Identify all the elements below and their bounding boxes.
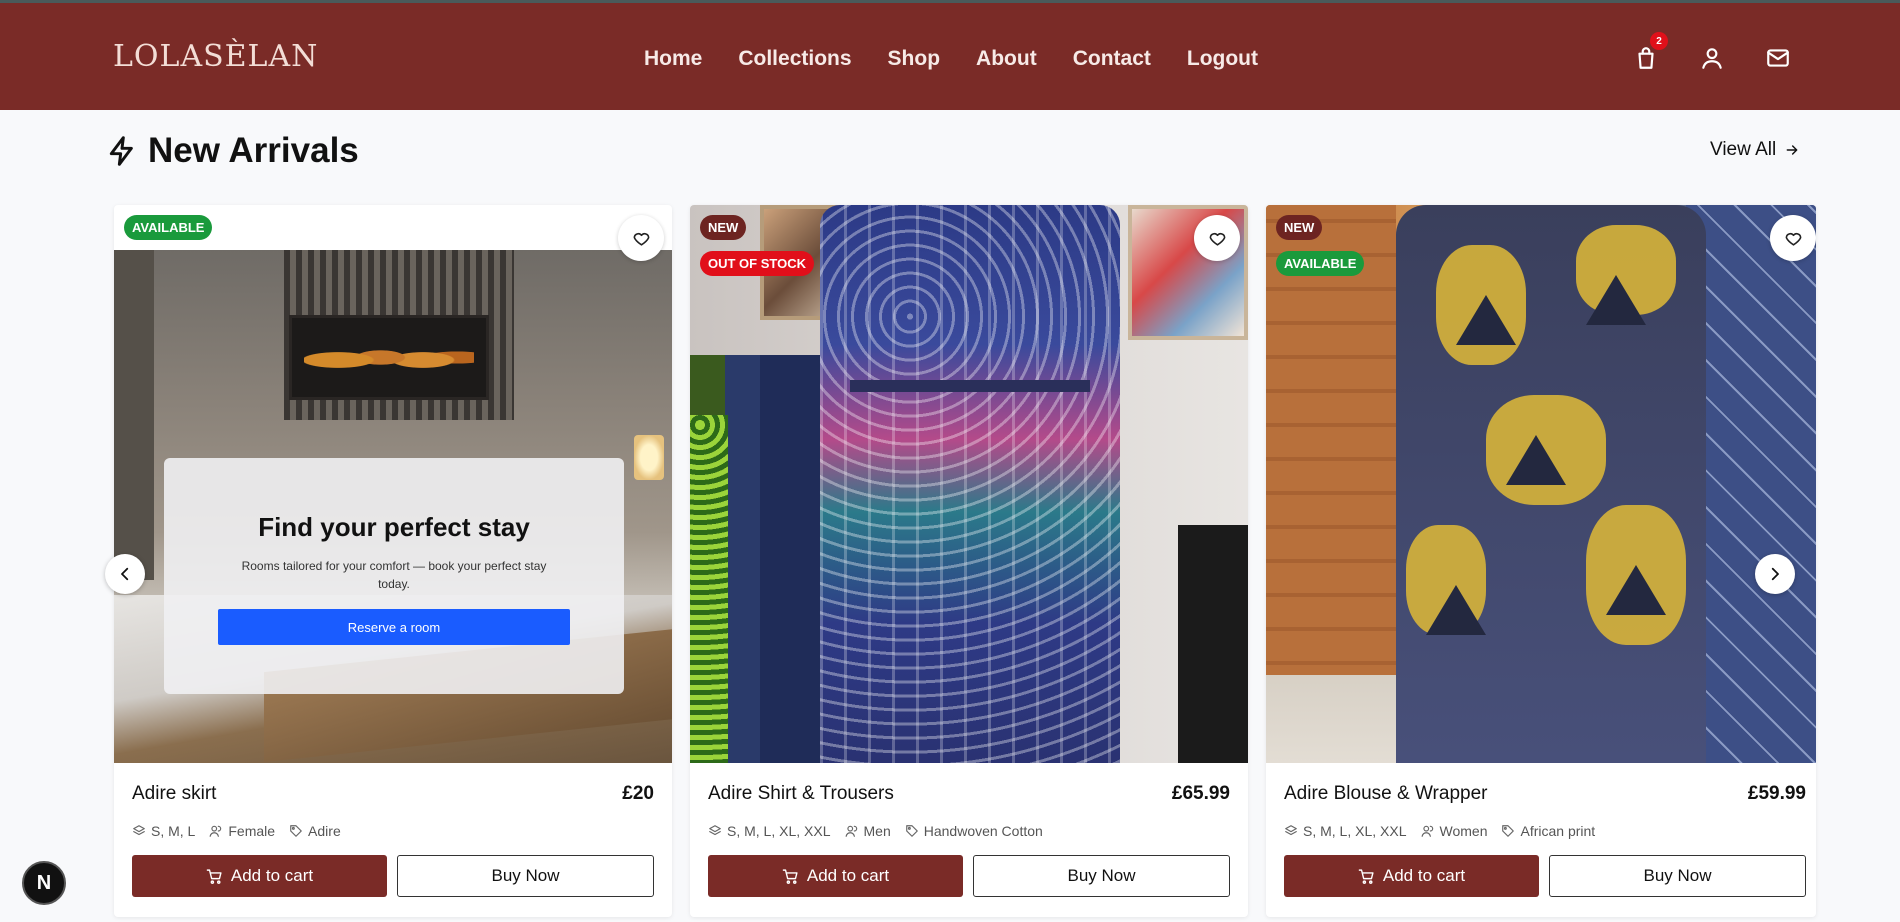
nav-collections[interactable]: Collections: [738, 47, 851, 71]
heart-icon: [1209, 232, 1225, 246]
heart-icon: [1785, 232, 1801, 246]
buy-now-button[interactable]: Buy Now: [397, 855, 654, 897]
print-outfit-photo: [1266, 205, 1816, 763]
product-gender: Female: [228, 823, 276, 839]
add-to-cart-button[interactable]: Add to cart: [1284, 855, 1539, 897]
product-info: Adire Shirt & Trousers £65.99 S, M, L, X…: [708, 783, 1230, 897]
wishlist-button[interactable]: [1194, 215, 1240, 261]
layers-icon: [133, 825, 145, 836]
heart-icon: [633, 232, 649, 246]
tag-icon: [1502, 825, 1515, 837]
messages-button[interactable]: [1765, 45, 1791, 71]
user-icon: [1702, 48, 1722, 69]
main-nav: Home Collections Shop About Contact Logo…: [644, 47, 1258, 71]
product-name[interactable]: Adire Blouse & Wrapper: [1284, 783, 1487, 805]
nav-about[interactable]: About: [976, 47, 1037, 71]
product-price: £59.99: [1747, 783, 1806, 804]
product-image[interactable]: Find your perfect stay Rooms tailored fo…: [114, 205, 672, 763]
arrow-right-icon: [1786, 145, 1798, 155]
view-all-link[interactable]: View All: [1710, 139, 1800, 161]
product-price: £65.99: [1171, 783, 1230, 804]
cart-button[interactable]: 2: [1633, 32, 1668, 71]
chevron-left-icon: [121, 567, 129, 581]
promo-title: Find your perfect stay: [258, 512, 530, 542]
cart-icon: [1358, 868, 1374, 884]
product-image[interactable]: NEW AVAILABLE: [1266, 205, 1816, 763]
product-card[interactable]: Find your perfect stay Rooms tailored fo…: [114, 205, 672, 917]
nav-shop[interactable]: Shop: [888, 47, 941, 71]
add-to-cart-label: Add to cart: [230, 866, 314, 885]
promo-overlay: Find your perfect stay Rooms tailored fo…: [164, 458, 624, 694]
product-info: Adire Blouse & Wrapper £59.99 S, M, L, X…: [1284, 783, 1806, 897]
add-to-cart-button[interactable]: Add to cart: [708, 855, 963, 897]
add-to-cart-label: Add to cart: [806, 866, 890, 885]
cart-count-badge: 2: [1650, 32, 1668, 50]
chevron-right-icon: [1771, 567, 1779, 581]
status-badge: AVAILABLE: [1276, 251, 1365, 276]
product-material: African print: [1520, 823, 1596, 839]
product-gender: Men: [863, 823, 891, 839]
new-badge: NEW: [1276, 215, 1323, 240]
product-material: Handwoven Cotton: [923, 823, 1043, 839]
section-title: New Arrivals: [148, 131, 359, 170]
buy-now-button[interactable]: Buy Now: [1549, 855, 1806, 897]
add-to-cart-label: Add to cart: [1382, 866, 1466, 885]
users-icon: [845, 825, 857, 837]
product-sizes: S, M, L, XL, XXL: [727, 823, 831, 839]
product-price: £20: [622, 783, 654, 804]
tag-icon: [290, 825, 302, 837]
product-meta: S, M, L, XL, XXL Women African print: [1284, 823, 1806, 839]
promo-text: Rooms tailored for your comfort — book y…: [241, 559, 547, 591]
brand-logo[interactable]: LOLASÈLAN: [113, 39, 318, 74]
cart-icon: [206, 868, 222, 884]
buy-now-button[interactable]: Buy Now: [973, 855, 1230, 897]
layers-icon: [709, 825, 721, 836]
dev-tools-badge[interactable]: N: [22, 861, 66, 905]
reserve-room-button[interactable]: Reserve a room: [218, 609, 570, 645]
hotel-room-photo: Find your perfect stay Rooms tailored fo…: [114, 250, 672, 763]
tag-icon: [905, 825, 918, 837]
header-actions: 2: [1633, 32, 1791, 71]
add-to-cart-button[interactable]: Add to cart: [132, 855, 387, 897]
product-sizes: S, M, L, XL, XXL: [1303, 823, 1407, 839]
nav-logout[interactable]: Logout: [1187, 47, 1258, 71]
product-card[interactable]: NEW OUT OF STOCK Adire Shirt & Trousers …: [690, 205, 1248, 917]
new-badge: NEW: [700, 215, 747, 240]
product-name[interactable]: Adire skirt: [132, 783, 216, 805]
lightning-icon: [109, 136, 133, 166]
site-header: LOLASÈLAN Home Collections Shop About Co…: [0, 0, 1900, 110]
layers-icon: [1285, 825, 1297, 836]
product-sizes: S, M, L: [151, 823, 196, 839]
nav-home[interactable]: Home: [644, 47, 702, 71]
mail-icon: [1767, 49, 1789, 67]
wishlist-button[interactable]: [618, 215, 664, 261]
users-icon: [209, 825, 222, 837]
product-gender: Women: [1439, 823, 1488, 839]
product-name[interactable]: Adire Shirt & Trousers: [708, 783, 894, 805]
carousel-prev-button[interactable]: [105, 554, 145, 594]
account-button[interactable]: [1699, 45, 1725, 71]
product-image[interactable]: NEW OUT OF STOCK: [690, 205, 1248, 763]
product-meta: S, M, L, XL, XXL Men Handwoven Cotton: [708, 823, 1230, 839]
jumpsuit-photo: [690, 205, 1248, 763]
product-material: Adire: [308, 823, 341, 839]
carousel-next-button[interactable]: [1755, 554, 1795, 594]
product-meta: S, M, L Female Adire: [132, 823, 654, 839]
nav-contact[interactable]: Contact: [1073, 47, 1151, 71]
section-heading: New Arrivals: [106, 131, 359, 171]
product-card[interactable]: NEW AVAILABLE Adire Blouse & Wrapper £59…: [1266, 205, 1816, 917]
users-icon: [1421, 825, 1433, 837]
out-of-stock-badge: OUT OF STOCK: [700, 251, 814, 276]
cart-icon: [782, 868, 798, 884]
status-badge: AVAILABLE: [124, 215, 213, 240]
product-info: Adire skirt £20 S, M, L Female Adire Add…: [132, 783, 654, 897]
wishlist-button[interactable]: [1770, 215, 1816, 261]
view-all-label: View All: [1710, 139, 1777, 160]
